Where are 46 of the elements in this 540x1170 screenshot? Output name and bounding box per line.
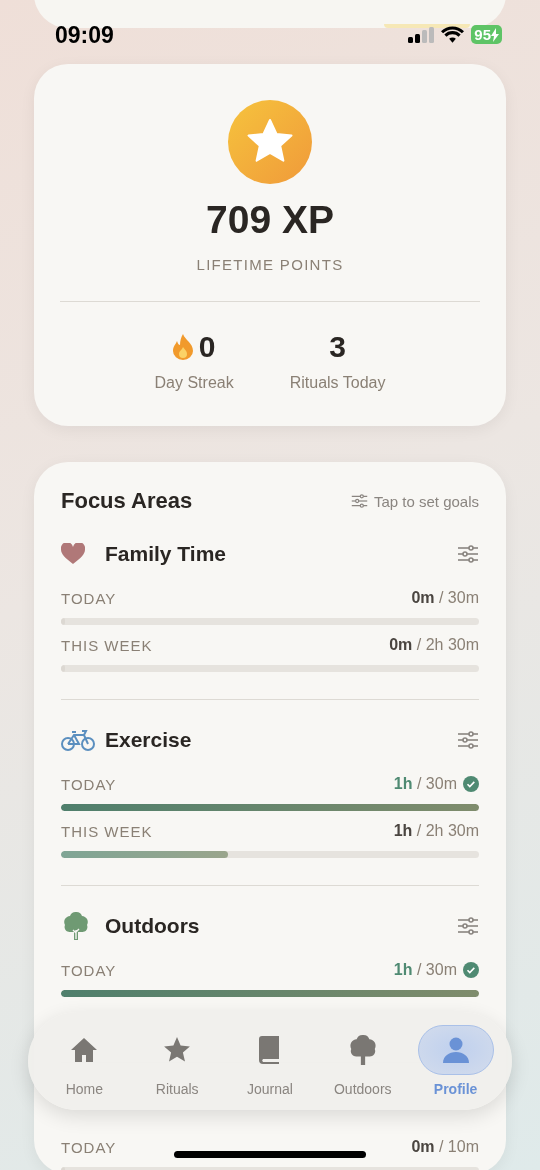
charging-icon — [491, 27, 499, 42]
progress-value: 0m / 10m — [411, 1138, 479, 1156]
period-label: THIS WEEK — [61, 636, 153, 654]
stat-value: 3 — [329, 330, 346, 364]
tab[interactable]: Journal — [223, 1025, 317, 1097]
book-icon — [259, 1036, 281, 1064]
points-caption: LIFETIME POINTS — [195, 256, 345, 273]
section-title: Focus Areas — [61, 488, 193, 514]
period-label: TODAY — [61, 775, 117, 793]
tab[interactable]: Home — [38, 1025, 131, 1097]
progress-value: 0m / 2h 30m — [389, 636, 479, 654]
stat-label: Day Streak — [154, 374, 234, 392]
battery-indicator: 95 — [471, 25, 502, 44]
progress-value: 1h / 30m — [393, 961, 457, 979]
area-name: Outdoors — [105, 914, 201, 938]
tab[interactable]: Rituals — [130, 1025, 224, 1097]
tab[interactable]: Outdoors — [316, 1025, 410, 1097]
home-icon — [70, 1037, 99, 1063]
progress-value: 1h / 2h 30m — [393, 822, 479, 840]
sliders-icon — [350, 494, 368, 508]
check-icon — [463, 962, 479, 978]
goal-settings-button[interactable] — [457, 731, 479, 749]
flame-icon — [172, 334, 193, 360]
sliders-icon — [457, 731, 479, 749]
signal-icon — [408, 26, 435, 43]
stat-label: Rituals Today — [289, 374, 386, 392]
period-label: TODAY — [61, 589, 117, 607]
goal-settings-button[interactable] — [457, 917, 479, 935]
stat-value: 0 — [198, 330, 216, 364]
goal-settings-button[interactable] — [457, 545, 479, 563]
progress-value: 1h / 30m — [393, 775, 457, 793]
check-icon — [463, 776, 479, 792]
star-icon — [163, 1037, 192, 1063]
set-goals-button[interactable]: Tap to set goals — [350, 492, 479, 510]
sliders-icon — [457, 917, 479, 935]
clock: 09:09 — [55, 22, 114, 49]
period-label: THIS WEEK — [61, 822, 153, 840]
sliders-icon — [457, 545, 479, 563]
period-label: TODAY — [61, 1138, 117, 1156]
wifi-icon — [441, 26, 465, 43]
area-name: Exercise — [105, 728, 193, 752]
area-name: Family Time — [105, 542, 227, 566]
period-label: TODAY — [61, 961, 117, 979]
xp-total: 709 XP — [205, 198, 335, 242]
person-icon — [441, 1036, 470, 1064]
progress-value: 0m / 30m — [411, 589, 479, 607]
